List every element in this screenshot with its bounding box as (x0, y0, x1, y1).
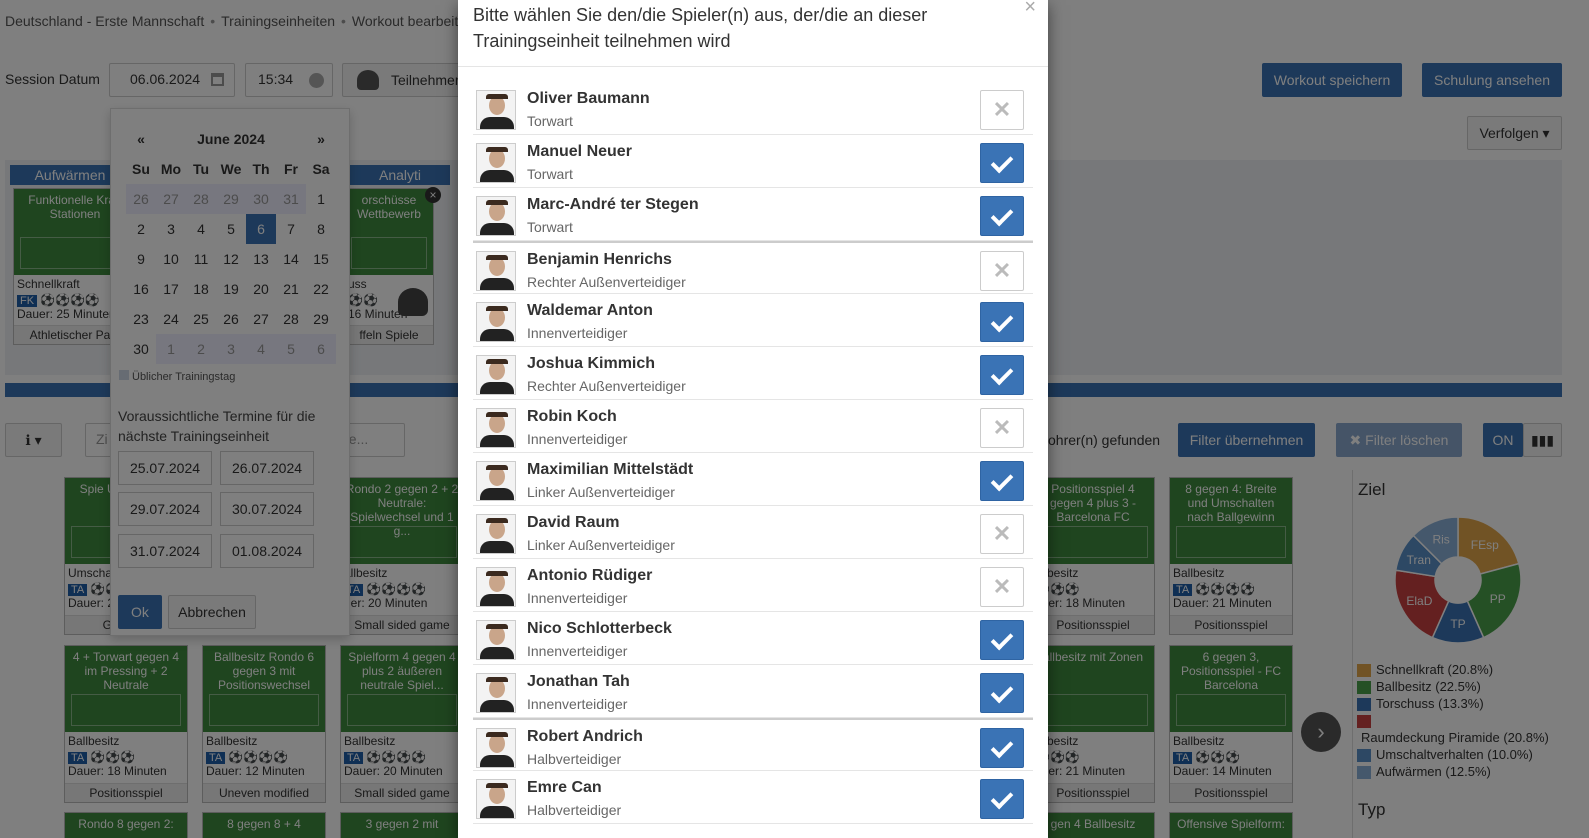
player-avatar (476, 355, 516, 395)
times-icon: ✕ (992, 521, 1012, 546)
check-icon (990, 203, 1014, 227)
player-list: Oliver Baumann Torwart ✕ Manuel Neuer Torwar… (473, 82, 1033, 824)
player-position: Torwart (527, 166, 573, 182)
modal-divider (458, 66, 1048, 67)
player-name: David Raum (527, 514, 620, 531)
player-position: Innenverteidiger (527, 431, 628, 447)
times-icon: ✕ (992, 258, 1012, 283)
player-select-checkbox[interactable] (980, 302, 1024, 342)
player-name: Robin Koch (527, 408, 617, 425)
player-select-checkbox[interactable] (980, 620, 1024, 660)
player-position: Linker Außenverteidiger (527, 484, 675, 500)
player-position: Innenverteidiger (527, 696, 628, 712)
player-row[interactable]: Manuel Neuer Torwart (473, 135, 1033, 188)
player-select-checkbox[interactable] (980, 355, 1024, 395)
check-icon (990, 309, 1014, 333)
player-name: Oliver Baumann (527, 90, 650, 107)
player-row[interactable]: Benjamin Henrichs Rechter Außenverteidige… (473, 241, 1033, 294)
player-row[interactable]: Oliver Baumann Torwart ✕ (473, 82, 1033, 135)
player-row[interactable]: Robin Koch Innenverteidiger ✕ (473, 400, 1033, 453)
player-row[interactable]: Jonathan Tah Innenverteidiger (473, 665, 1033, 718)
player-name: Waldemar Anton (527, 302, 653, 319)
player-select-checkbox[interactable] (980, 196, 1024, 236)
player-name: Benjamin Henrichs (527, 251, 672, 268)
player-avatar (476, 196, 516, 236)
player-avatar (476, 143, 516, 183)
player-position: Rechter Außenverteidiger (527, 378, 686, 394)
player-select-checkbox[interactable]: ✕ (980, 251, 1024, 291)
player-select-checkbox[interactable] (980, 461, 1024, 501)
player-avatar (476, 620, 516, 660)
player-selection-modal: Bitte wählen Sie den/die Spieler(n) aus,… (458, 0, 1048, 838)
player-row[interactable]: Robert Andrich Halbverteidiger (473, 718, 1033, 771)
player-avatar (476, 779, 516, 819)
player-avatar (476, 514, 516, 554)
player-avatar (476, 408, 516, 448)
player-avatar (476, 90, 516, 130)
player-row[interactable]: Antonio Rüdiger Innenverteidiger ✕ (473, 559, 1033, 612)
player-name: Emre Can (527, 779, 602, 796)
player-row[interactable]: Nico Schlotterbeck Innenverteidiger (473, 612, 1033, 665)
check-icon (990, 627, 1014, 651)
check-icon (990, 362, 1014, 386)
player-position: Innenverteidiger (527, 325, 628, 341)
player-name: Robert Andrich (527, 728, 643, 745)
player-row[interactable]: David Raum Linker Außenverteidiger ✕ (473, 506, 1033, 559)
modal-title: Bitte wählen Sie den/die Spieler(n) aus,… (473, 5, 928, 51)
player-name: Jonathan Tah (527, 673, 630, 690)
player-name: Joshua Kimmich (527, 355, 656, 372)
player-name: Marc-André ter Stegen (527, 196, 699, 213)
check-icon (990, 468, 1014, 492)
player-select-checkbox[interactable]: ✕ (980, 90, 1024, 130)
player-row[interactable]: Joshua Kimmich Rechter Außenverteidiger (473, 347, 1033, 400)
player-position: Torwart (527, 113, 573, 129)
player-select-checkbox[interactable] (980, 673, 1024, 713)
check-icon (990, 735, 1014, 759)
check-icon (990, 150, 1014, 174)
player-position: Linker Außenverteidiger (527, 537, 675, 553)
player-row[interactable]: Waldemar Anton Innenverteidiger (473, 294, 1033, 347)
player-name: Manuel Neuer (527, 143, 632, 160)
player-avatar (476, 251, 516, 291)
player-select-checkbox[interactable] (980, 779, 1024, 819)
player-position: Innenverteidiger (527, 643, 628, 659)
times-icon: ✕ (992, 97, 1012, 122)
player-avatar (476, 302, 516, 342)
close-icon[interactable]: × (1024, 0, 1036, 19)
player-select-checkbox[interactable]: ✕ (980, 514, 1024, 554)
times-icon: ✕ (992, 574, 1012, 599)
player-avatar (476, 461, 516, 501)
times-icon: ✕ (992, 415, 1012, 440)
player-avatar (476, 728, 516, 768)
player-row[interactable]: Maximilian Mittelstädt Linker Außenvertei… (473, 453, 1033, 506)
player-select-checkbox[interactable]: ✕ (980, 567, 1024, 607)
player-position: Innenverteidiger (527, 590, 628, 606)
player-position: Halbverteidiger (527, 751, 622, 767)
player-row[interactable]: Marc-André ter Stegen Torwart (473, 188, 1033, 241)
player-position: Rechter Außenverteidiger (527, 274, 686, 290)
player-row[interactable]: Emre Can Halbverteidiger (473, 771, 1033, 824)
player-position: Torwart (527, 219, 573, 235)
player-avatar (476, 673, 516, 713)
player-position: Halbverteidiger (527, 802, 622, 818)
player-select-checkbox[interactable] (980, 143, 1024, 183)
player-name: Antonio Rüdiger (527, 567, 653, 584)
check-icon (990, 680, 1014, 704)
player-name: Maximilian Mittelstädt (527, 461, 694, 478)
player-avatar (476, 567, 516, 607)
check-icon (990, 786, 1014, 810)
player-select-checkbox[interactable]: ✕ (980, 408, 1024, 448)
player-name: Nico Schlotterbeck (527, 620, 672, 637)
player-select-checkbox[interactable] (980, 728, 1024, 768)
